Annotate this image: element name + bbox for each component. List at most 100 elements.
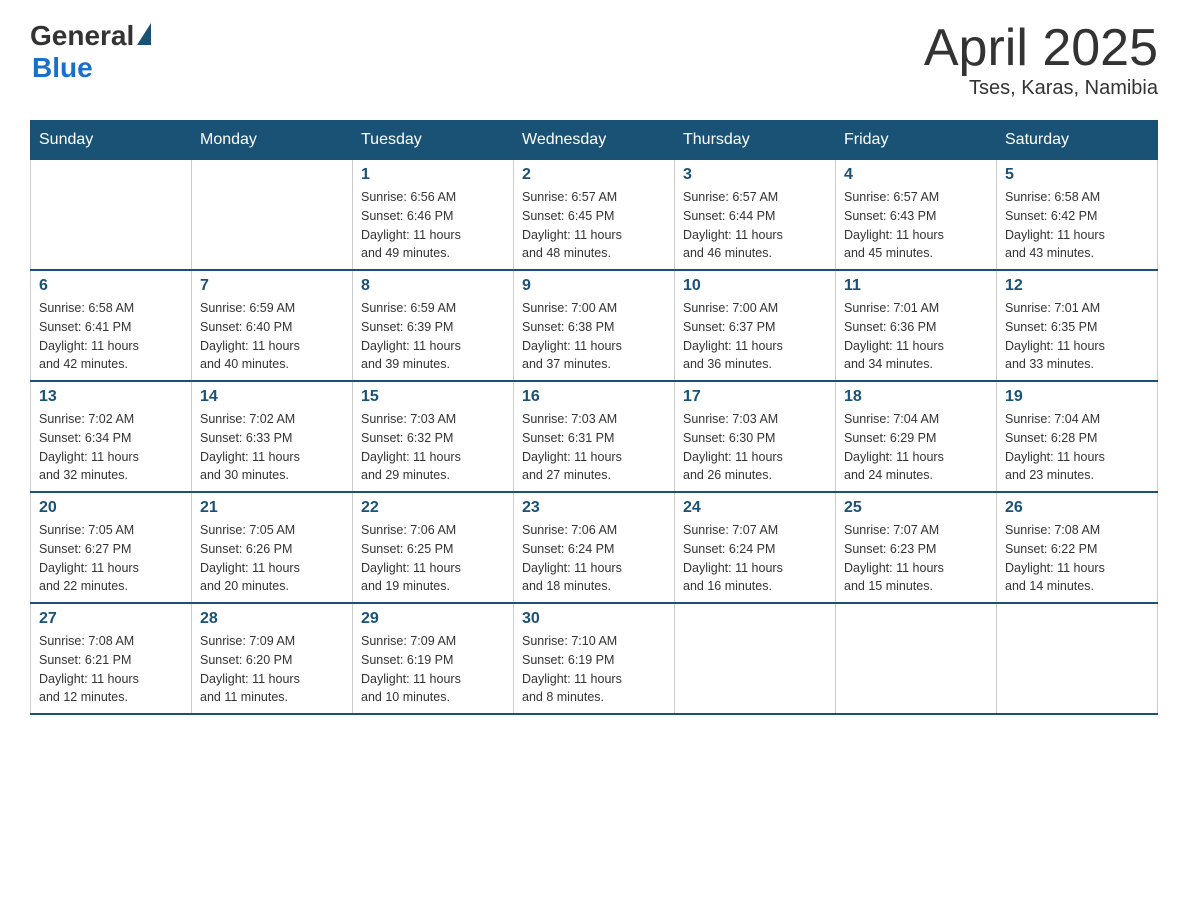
day-number: 25 xyxy=(844,499,988,517)
header-wednesday: Wednesday xyxy=(514,121,675,160)
calendar-cell: 18 Sunrise: 7:04 AM Sunset: 6:29 PM Dayli… xyxy=(836,381,997,492)
calendar-cell: 16Sunrise: 7:03 AM Sunset: 6:31 PM Dayli… xyxy=(514,381,675,492)
logo: General Blue xyxy=(30,20,151,84)
calendar-week-row: 1Sunrise: 6:56 AM Sunset: 6:46 PM Daylig… xyxy=(31,160,1158,271)
day-info: Sunrise: 7:01 AM Sunset: 6:35 PM Dayligh… xyxy=(1005,299,1149,374)
day-number: 13 xyxy=(39,388,183,406)
day-number: 4 xyxy=(844,166,988,184)
calendar-cell: 21 Sunrise: 7:05 AM Sunset: 6:26 PM Dayli… xyxy=(192,492,353,603)
day-number: 20 xyxy=(39,499,183,517)
calendar-header-row: SundayMondayTuesdayWednesdayThursdayFrid… xyxy=(31,121,1158,160)
header-thursday: Thursday xyxy=(675,121,836,160)
day-info: Sunrise: 7:01 AM Sunset: 6:36 PM Dayligh… xyxy=(844,299,988,374)
day-info: Sunrise: 6:57 AM Sunset: 6:45 PM Dayligh… xyxy=(522,188,666,263)
calendar-cell: 12 Sunrise: 7:01 AM Sunset: 6:35 PM Dayli… xyxy=(997,270,1158,381)
day-number: 18 xyxy=(844,388,988,406)
title-section: April 2025 Tses, Karas, Namibia xyxy=(924,20,1158,100)
day-info: Sunrise: 7:08 AM Sunset: 6:22 PM Dayligh… xyxy=(1005,521,1149,596)
calendar-cell: 14 Sunrise: 7:02 AM Sunset: 6:33 PM Dayli… xyxy=(192,381,353,492)
calendar-cell: 28Sunrise: 7:09 AM Sunset: 6:20 PM Dayli… xyxy=(192,603,353,714)
header-friday: Friday xyxy=(836,121,997,160)
location-title: Tses, Karas, Namibia xyxy=(924,77,1158,100)
day-number: 7 xyxy=(200,277,344,295)
day-info: Sunrise: 6:57 AM Sunset: 6:44 PM Dayligh… xyxy=(683,188,827,263)
day-info: Sunrise: 7:07 AM Sunset: 6:23 PM Dayligh… xyxy=(844,521,988,596)
day-number: 2 xyxy=(522,166,666,184)
day-info: Sunrise: 7:10 AM Sunset: 6:19 PM Dayligh… xyxy=(522,632,666,707)
day-info: Sunrise: 7:03 AM Sunset: 6:31 PM Dayligh… xyxy=(522,410,666,485)
day-info: Sunrise: 7:06 AM Sunset: 6:25 PM Dayligh… xyxy=(361,521,505,596)
day-info: Sunrise: 7:03 AM Sunset: 6:32 PM Dayligh… xyxy=(361,410,505,485)
calendar-cell: 9Sunrise: 7:00 AM Sunset: 6:38 PM Daylig… xyxy=(514,270,675,381)
day-number: 21 xyxy=(200,499,344,517)
calendar-cell xyxy=(997,603,1158,714)
calendar-cell: 3 Sunrise: 6:57 AM Sunset: 6:44 PM Daylig… xyxy=(675,160,836,271)
day-number: 23 xyxy=(522,499,666,517)
day-info: Sunrise: 7:04 AM Sunset: 6:29 PM Dayligh… xyxy=(844,410,988,485)
logo-triangle-icon xyxy=(137,23,151,45)
day-number: 11 xyxy=(844,277,988,295)
calendar-cell: 5 Sunrise: 6:58 AM Sunset: 6:42 PM Daylig… xyxy=(997,160,1158,271)
day-number: 30 xyxy=(522,610,666,628)
day-info: Sunrise: 7:02 AM Sunset: 6:33 PM Dayligh… xyxy=(200,410,344,485)
day-info: Sunrise: 7:05 AM Sunset: 6:26 PM Dayligh… xyxy=(200,521,344,596)
calendar-week-row: 27 Sunrise: 7:08 AM Sunset: 6:21 PM Dayli… xyxy=(31,603,1158,714)
day-number: 19 xyxy=(1005,388,1149,406)
day-number: 28 xyxy=(200,610,344,628)
calendar-cell: 11 Sunrise: 7:01 AM Sunset: 6:36 PM Dayli… xyxy=(836,270,997,381)
header-sunday: Sunday xyxy=(31,121,192,160)
calendar-cell: 23Sunrise: 7:06 AM Sunset: 6:24 PM Dayli… xyxy=(514,492,675,603)
calendar-cell: 22 Sunrise: 7:06 AM Sunset: 6:25 PM Dayli… xyxy=(353,492,514,603)
day-number: 10 xyxy=(683,277,827,295)
day-number: 24 xyxy=(683,499,827,517)
day-number: 5 xyxy=(1005,166,1149,184)
logo-blue-text: Blue xyxy=(32,52,93,84)
day-number: 9 xyxy=(522,277,666,295)
calendar-cell: 7Sunrise: 6:59 AM Sunset: 6:40 PM Daylig… xyxy=(192,270,353,381)
day-info: Sunrise: 7:03 AM Sunset: 6:30 PM Dayligh… xyxy=(683,410,827,485)
day-info: Sunrise: 7:05 AM Sunset: 6:27 PM Dayligh… xyxy=(39,521,183,596)
day-number: 14 xyxy=(200,388,344,406)
day-info: Sunrise: 6:59 AM Sunset: 6:39 PM Dayligh… xyxy=(361,299,505,374)
day-number: 27 xyxy=(39,610,183,628)
day-info: Sunrise: 6:56 AM Sunset: 6:46 PM Dayligh… xyxy=(361,188,505,263)
day-info: Sunrise: 7:00 AM Sunset: 6:37 PM Dayligh… xyxy=(683,299,827,374)
calendar-cell: 30 Sunrise: 7:10 AM Sunset: 6:19 PM Dayli… xyxy=(514,603,675,714)
header-saturday: Saturday xyxy=(997,121,1158,160)
calendar-cell: 10 Sunrise: 7:00 AM Sunset: 6:37 PM Dayli… xyxy=(675,270,836,381)
calendar-cell: 20 Sunrise: 7:05 AM Sunset: 6:27 PM Dayli… xyxy=(31,492,192,603)
calendar-cell xyxy=(192,160,353,271)
calendar-cell xyxy=(31,160,192,271)
day-info: Sunrise: 7:09 AM Sunset: 6:19 PM Dayligh… xyxy=(361,632,505,707)
day-number: 29 xyxy=(361,610,505,628)
day-info: Sunrise: 6:58 AM Sunset: 6:42 PM Dayligh… xyxy=(1005,188,1149,263)
calendar-week-row: 13Sunrise: 7:02 AM Sunset: 6:34 PM Dayli… xyxy=(31,381,1158,492)
day-number: 26 xyxy=(1005,499,1149,517)
calendar-cell: 6Sunrise: 6:58 AM Sunset: 6:41 PM Daylig… xyxy=(31,270,192,381)
calendar-cell: 29 Sunrise: 7:09 AM Sunset: 6:19 PM Dayli… xyxy=(353,603,514,714)
calendar-cell: 26 Sunrise: 7:08 AM Sunset: 6:22 PM Dayli… xyxy=(997,492,1158,603)
calendar-cell: 2 Sunrise: 6:57 AM Sunset: 6:45 PM Daylig… xyxy=(514,160,675,271)
day-number: 8 xyxy=(361,277,505,295)
calendar-cell xyxy=(836,603,997,714)
day-info: Sunrise: 7:08 AM Sunset: 6:21 PM Dayligh… xyxy=(39,632,183,707)
day-number: 17 xyxy=(683,388,827,406)
logo-general-text: General xyxy=(30,20,134,52)
calendar-cell: 19Sunrise: 7:04 AM Sunset: 6:28 PM Dayli… xyxy=(997,381,1158,492)
calendar-week-row: 6Sunrise: 6:58 AM Sunset: 6:41 PM Daylig… xyxy=(31,270,1158,381)
day-number: 22 xyxy=(361,499,505,517)
calendar-table: SundayMondayTuesdayWednesdayThursdayFrid… xyxy=(30,120,1158,715)
day-number: 3 xyxy=(683,166,827,184)
header-monday: Monday xyxy=(192,121,353,160)
header-tuesday: Tuesday xyxy=(353,121,514,160)
day-info: Sunrise: 6:58 AM Sunset: 6:41 PM Dayligh… xyxy=(39,299,183,374)
page-header: General Blue April 2025 Tses, Karas, Nam… xyxy=(30,20,1158,100)
month-year-title: April 2025 xyxy=(924,20,1158,77)
calendar-cell: 4Sunrise: 6:57 AM Sunset: 6:43 PM Daylig… xyxy=(836,160,997,271)
day-number: 12 xyxy=(1005,277,1149,295)
day-info: Sunrise: 7:07 AM Sunset: 6:24 PM Dayligh… xyxy=(683,521,827,596)
day-number: 15 xyxy=(361,388,505,406)
calendar-cell: 17 Sunrise: 7:03 AM Sunset: 6:30 PM Dayli… xyxy=(675,381,836,492)
calendar-cell xyxy=(675,603,836,714)
calendar-cell: 25 Sunrise: 7:07 AM Sunset: 6:23 PM Dayli… xyxy=(836,492,997,603)
